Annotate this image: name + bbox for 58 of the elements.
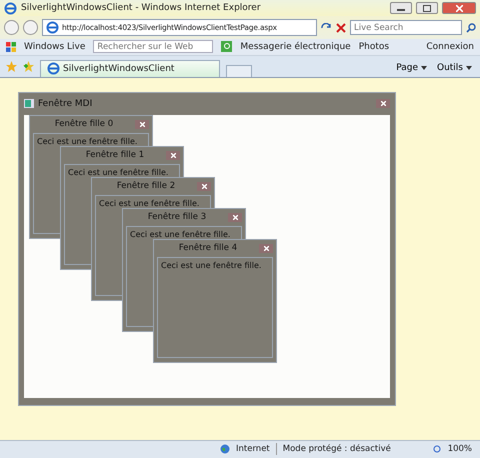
minimize-button[interactable] <box>390 2 412 14</box>
window-title: SilverlightWindowsClient - Windows Internet Explorer <box>21 3 262 14</box>
close-button[interactable] <box>442 2 476 14</box>
child-window-title: Fenêtre fille 4 <box>178 243 238 254</box>
close-icon <box>232 214 238 220</box>
close-icon <box>170 152 176 158</box>
zone-label: Internet <box>236 444 270 454</box>
caret-icon <box>420 66 427 70</box>
search-icon[interactable] <box>221 41 232 52</box>
child-window-title: Fenêtre fille 0 <box>54 119 114 130</box>
window-icon <box>24 99 34 108</box>
zoom-level[interactable]: 100% <box>448 444 472 454</box>
close-button[interactable] <box>376 99 390 108</box>
protected-mode-label: Mode protégé : désactivé <box>282 444 391 454</box>
child-window-title: Fenêtre fille 1 <box>84 150 146 160</box>
toolbar-menu[interactable]: Page <box>394 60 429 77</box>
close-icon <box>140 122 144 127</box>
toolbar-menu[interactable]: Outils <box>434 60 474 77</box>
child-window-text: Ceci est une fenêtre fille. <box>130 230 230 239</box>
maximize-icon <box>423 4 431 12</box>
add-favorite-icon[interactable] <box>23 60 34 72</box>
globe-icon <box>220 444 230 454</box>
mdi-window-title: Fenêtre MDI <box>38 98 92 109</box>
brand-link[interactable]: Windows Live <box>24 42 86 52</box>
stop-icon[interactable] <box>336 22 346 33</box>
maximize-button[interactable] <box>416 2 438 14</box>
web-search-field[interactable]: Rechercher sur le Web <box>93 40 214 54</box>
close-icon <box>202 184 206 189</box>
back-button[interactable] <box>4 20 19 36</box>
browser-icon <box>47 62 60 76</box>
browser-tab[interactable]: SilverlightWindowsClient <box>40 60 220 77</box>
child-window-title: Fenêtre fille 3 <box>146 212 208 222</box>
page-icon <box>46 21 59 34</box>
close-button[interactable] <box>228 212 242 222</box>
close-icon <box>264 246 268 251</box>
child-window-title: Fenêtre fille 2 <box>116 181 176 192</box>
close-icon <box>380 101 386 106</box>
zoom-icon <box>432 444 442 454</box>
child-window-dialog[interactable]: Fenêtre fille 4 Ceci est une fenêtre fille. <box>153 238 277 363</box>
close-button[interactable] <box>166 150 180 160</box>
child-window-text: Ceci est une fenêtre fille. <box>37 136 138 146</box>
toolbar-link[interactable]: Messagerie électronique <box>240 42 351 52</box>
child-window-text: Ceci est une fenêtre fille. <box>68 168 168 177</box>
child-window-text: Ceci est une fenêtre fille. <box>99 198 200 208</box>
close-icon <box>456 4 462 12</box>
windows-logo-icon <box>6 42 16 52</box>
close-button[interactable] <box>197 182 211 191</box>
search-field[interactable]: Live Search <box>350 20 462 36</box>
browser-icon <box>4 2 17 15</box>
caret-icon <box>466 66 472 70</box>
signin-link[interactable]: Connexion <box>426 42 474 52</box>
search-icon[interactable] <box>466 22 476 33</box>
child-window-text: Ceci est une fenêtre fille. <box>161 260 262 270</box>
forward-button[interactable] <box>23 20 38 36</box>
favorites-star-icon[interactable] <box>6 60 17 72</box>
toolbar-link[interactable]: Photos <box>358 42 390 52</box>
close-button[interactable] <box>259 244 273 253</box>
close-button[interactable] <box>135 120 149 129</box>
